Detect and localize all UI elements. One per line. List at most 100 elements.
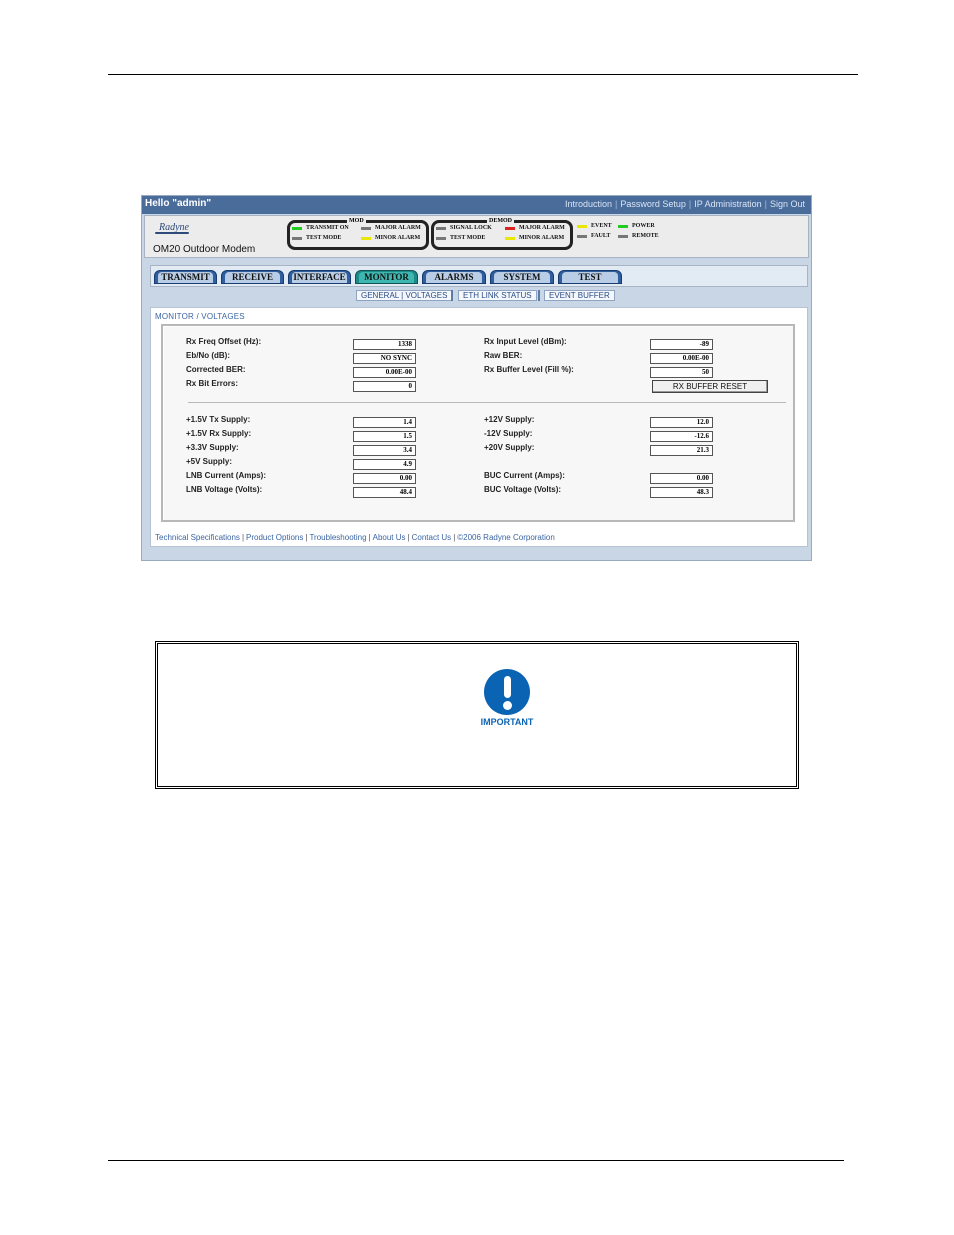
breadcrumb: MONITOR / VOLTAGES	[155, 312, 245, 321]
tab-label: TRANSMIT	[161, 272, 210, 282]
rx-bit-errors-label: Rx Bit Errors:	[186, 379, 239, 388]
mod-group-title: MOD	[347, 218, 366, 224]
subtab-general-voltages[interactable]: GENERAL | VOLTAGES	[356, 290, 453, 301]
led-indicator	[361, 236, 371, 240]
corrected-ber-value: 0.00E-00	[353, 367, 416, 378]
main-nav: TRANSMIT RECEIVE INTERFACE MONITOR ALARM…	[150, 265, 808, 287]
top-links: Introduction | Password Setup | IP Administr…	[565, 199, 805, 209]
supply-5v-label: +5V Supply:	[186, 457, 233, 466]
subtab-divider	[451, 290, 453, 301]
led-major-alarm: MAJOR ALARM	[361, 225, 421, 231]
led-label: MINOR ALARM	[375, 235, 421, 241]
eb-no-value: NO SYNC	[353, 353, 416, 364]
supply-5v-value: 4.9	[353, 459, 416, 470]
tab-system[interactable]: SYSTEM	[490, 270, 554, 284]
tab-label: ALARMS	[434, 272, 474, 282]
footer-link-troubleshooting[interactable]: Troubleshooting	[309, 533, 366, 542]
supply-12v-label: +12V Supply:	[484, 415, 535, 424]
voltages-panel: Rx Freq Offset (Hz): 1338 Eb/No (dB): NO…	[161, 324, 795, 522]
footer-link-contact-us[interactable]: Contact Us	[412, 533, 452, 542]
subtab-eth-link-status[interactable]: ETH LINK STATUS	[458, 290, 537, 301]
rx-buffer-reset-button[interactable]: RX BUFFER RESET	[652, 380, 768, 393]
led-remote: REMOTE	[618, 233, 659, 239]
led-label: EVENT	[591, 223, 612, 229]
tab-test[interactable]: TEST	[558, 270, 622, 284]
tab-interface[interactable]: INTERFACE	[288, 270, 351, 284]
demod-led-group: DEMOD SIGNAL LOCK MAJOR ALARM TEST MODE …	[431, 218, 573, 250]
led-label: TRANSMIT ON	[306, 225, 349, 231]
led-signal-lock: SIGNAL LOCK	[436, 225, 492, 231]
copyright: ©2006 Radyne Corporation	[457, 533, 555, 542]
led-power: POWER	[618, 223, 655, 229]
tx-supply-1v5-label: +1.5V Tx Supply:	[186, 415, 251, 424]
led-minor-alarm: MINOR ALARM	[361, 235, 420, 241]
rx-buffer-level-value: 50	[650, 367, 713, 378]
tx-supply-1v5-value: 1.4	[353, 417, 416, 428]
led-indicator	[436, 226, 446, 230]
led-label: POWER	[632, 223, 655, 229]
led-transmit-on: TRANSMIT ON	[292, 225, 349, 231]
led-indicator	[577, 234, 587, 238]
subtab-divider	[538, 290, 540, 301]
led-indicator	[292, 236, 302, 240]
lnb-current-label: LNB Current (Amps):	[186, 471, 266, 480]
rx-bit-errors-value: 0	[353, 381, 416, 392]
product-name: OM20 Outdoor Modem	[153, 244, 256, 255]
led-label: TEST MODE	[306, 235, 342, 241]
important-label: IMPORTANT	[480, 717, 534, 727]
link-sign-out[interactable]: Sign Out	[770, 199, 805, 209]
footer-link-product-options[interactable]: Product Options	[246, 533, 303, 542]
led-indicator	[505, 236, 515, 240]
led-label: MAJOR ALARM	[375, 225, 421, 231]
led-event: EVENT	[577, 223, 612, 229]
lnb-voltage-value: 48.4	[353, 487, 416, 498]
led-indicator	[292, 226, 302, 230]
led-indicator	[505, 226, 515, 230]
link-separator: |	[688, 199, 692, 209]
buc-current-value: 0.00	[650, 473, 713, 484]
led-fault: FAULT	[577, 233, 610, 239]
lnb-current-value: 0.00	[353, 473, 416, 484]
supply-3v3-value: 3.4	[353, 445, 416, 456]
buc-voltage-label: BUC Voltage (Volts):	[484, 485, 562, 494]
link-introduction[interactable]: Introduction	[565, 199, 612, 209]
led-demod-minor-alarm: MINOR ALARM	[505, 235, 564, 241]
footer-link-technical-specifications[interactable]: Technical Specifications	[155, 533, 240, 542]
tab-monitor[interactable]: MONITOR	[355, 270, 418, 284]
subtab-event-buffer[interactable]: EVENT BUFFER	[544, 290, 615, 301]
status-header: Radyne OM20 Outdoor Modem MOD TRANSMIT O…	[144, 215, 809, 258]
rx-input-level-label: Rx Input Level (dBm):	[484, 337, 567, 346]
supply-minus-12v-value: -12.6	[650, 431, 713, 442]
exclamation-icon	[484, 669, 530, 715]
greeting: Hello "admin"	[145, 198, 212, 209]
tab-alarms[interactable]: ALARMS	[422, 270, 486, 284]
link-ip-administration[interactable]: IP Administration	[694, 199, 761, 209]
supply-20v-label: +20V Supply:	[484, 443, 535, 452]
supply-12v-value: 12.0	[650, 417, 713, 428]
led-indicator	[618, 234, 628, 238]
link-password-setup[interactable]: Password Setup	[620, 199, 686, 209]
web-ui-screenshot: Hello "admin" Introduction | Password Setu…	[141, 195, 812, 561]
tab-receive[interactable]: RECEIVE	[221, 270, 284, 284]
led-label: FAULT	[591, 233, 611, 239]
content-panel: MONITOR / VOLTAGES Rx Freq Offset (Hz): …	[150, 307, 808, 547]
rx-supply-1v5-value: 1.5	[353, 431, 416, 442]
demod-group-title: DEMOD	[487, 218, 514, 224]
tab-transmit[interactable]: TRANSMIT	[154, 270, 217, 284]
mod-led-group: MOD TRANSMIT ON MAJOR ALARM TEST MODE MI…	[287, 218, 429, 250]
led-label: REMOTE	[632, 233, 659, 239]
exclamation-dot	[503, 701, 512, 710]
supply-20v-value: 21.3	[650, 445, 713, 456]
page-footer-rule	[108, 1160, 844, 1161]
tab-label: MONITOR	[364, 272, 409, 282]
raw-ber-value: 0.00E-00	[650, 353, 713, 364]
led-indicator	[577, 224, 587, 228]
rx-input-level-value: -89	[650, 339, 713, 350]
footer-link-about-us[interactable]: About Us	[373, 533, 406, 542]
led-test-mode: TEST MODE	[292, 235, 341, 241]
tab-label: SYSTEM	[503, 272, 541, 282]
eb-no-label: Eb/No (dB):	[186, 351, 230, 360]
sub-nav: GENERAL | VOLTAGES ETH LINK STATUS EVENT…	[142, 290, 811, 302]
lnb-voltage-label: LNB Voltage (Volts):	[186, 485, 263, 494]
led-label: TEST MODE	[450, 235, 486, 241]
